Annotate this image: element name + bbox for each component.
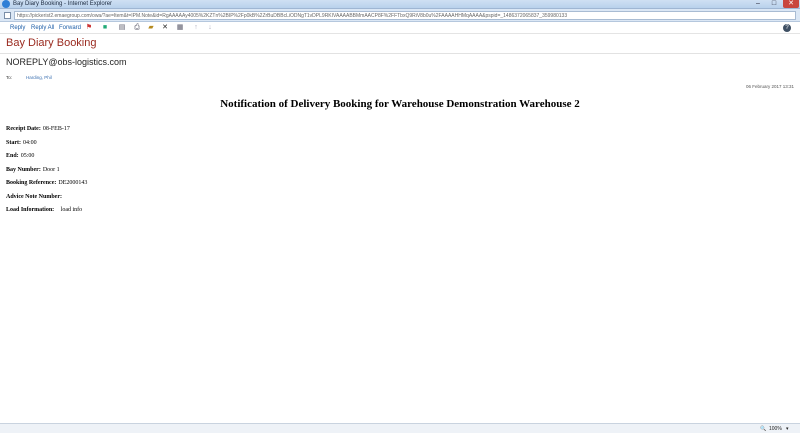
field-value: Door 1 (42, 167, 60, 173)
flag-icon[interactable]: ⚑ (85, 24, 93, 32)
previous-item-icon[interactable]: ↑ (192, 24, 200, 32)
internet-explorer-icon (2, 0, 10, 8)
chevron-down-icon[interactable]: ▾ (786, 425, 789, 433)
load-information-field: Load Information: load info (6, 207, 82, 213)
message-subject: Bay Diary Booking (6, 37, 97, 49)
move-icon[interactable]: ▤ (118, 24, 126, 32)
window-title-bar: Bay Diary Booking - Internet Explorer – … (0, 0, 800, 9)
url-field[interactable]: https://pickerist2.emaegroup.com/owa/?ae… (14, 11, 796, 20)
window-title: Bay Diary Booking - Internet Explorer (13, 1, 113, 7)
page-icon (4, 12, 11, 19)
field-label: Advice Note Number: (6, 194, 62, 200)
status-bar: 🔍 100% ▾ (0, 423, 800, 433)
field-label: Receipt Date: (6, 126, 41, 132)
junk-icon[interactable]: ▦ (176, 24, 184, 32)
forward-button[interactable]: Forward (59, 23, 81, 33)
field-value: load info (56, 207, 83, 213)
message-sender[interactable]: NOREPLY@obs-logistics.com (6, 57, 127, 67)
to-recipient[interactable]: Harding, Phil (26, 75, 52, 80)
field-label: End: (6, 153, 19, 159)
folder-icon[interactable]: ▰ (147, 24, 155, 32)
print-icon[interactable]: ⎙ (133, 24, 141, 32)
field-value: 05:00 (20, 153, 35, 159)
categorize-icon[interactable]: ■ (101, 24, 109, 32)
receipt-date-field: Receipt Date: 08-FEB-17 (6, 126, 70, 132)
reply-button[interactable]: Reply (10, 23, 25, 33)
reply-all-button[interactable]: Reply All (31, 23, 54, 33)
bay-number-field: Bay Number: Door 1 (6, 167, 60, 173)
notification-title: Notification of Delivery Booking for War… (220, 98, 580, 110)
field-value: DE2000143 (58, 180, 88, 186)
field-value: 08-FEB-17 (42, 126, 70, 132)
field-label: Bay Number: (6, 167, 41, 173)
field-label: Load Information: (6, 207, 55, 213)
maximize-button[interactable]: □ (767, 0, 781, 8)
advice-note-field: Advice Note Number: (6, 194, 64, 200)
zoom-icon[interactable]: 🔍 (760, 426, 766, 432)
message-date: 06 February 2017 13:31 (745, 84, 794, 89)
help-icon[interactable]: ? (783, 24, 791, 32)
booking-reference-field: Booking Reference: DE2000143 (6, 180, 87, 186)
start-field: Start: 04:00 (6, 140, 37, 146)
field-label: Start: (6, 140, 21, 146)
to-label: To: (6, 75, 13, 80)
header-divider (0, 53, 800, 54)
zoom-level[interactable]: 100% (769, 425, 782, 433)
end-field: End: 05:00 (6, 153, 34, 159)
field-label: Booking Reference: (6, 180, 57, 186)
minimize-button[interactable]: – (751, 0, 765, 8)
delete-icon[interactable]: ✕ (161, 24, 169, 32)
next-item-icon[interactable]: ↓ (206, 24, 214, 32)
address-bar: https://pickerist2.emaegroup.com/owa/?ae… (0, 9, 800, 22)
message-toolbar: Reply Reply All Forward ⚑ ■ ▤ ⎙ ▰ ✕ ▦ ↑ … (0, 22, 800, 34)
close-button[interactable]: ✕ (783, 0, 799, 8)
field-value: 04:00 (23, 140, 37, 146)
